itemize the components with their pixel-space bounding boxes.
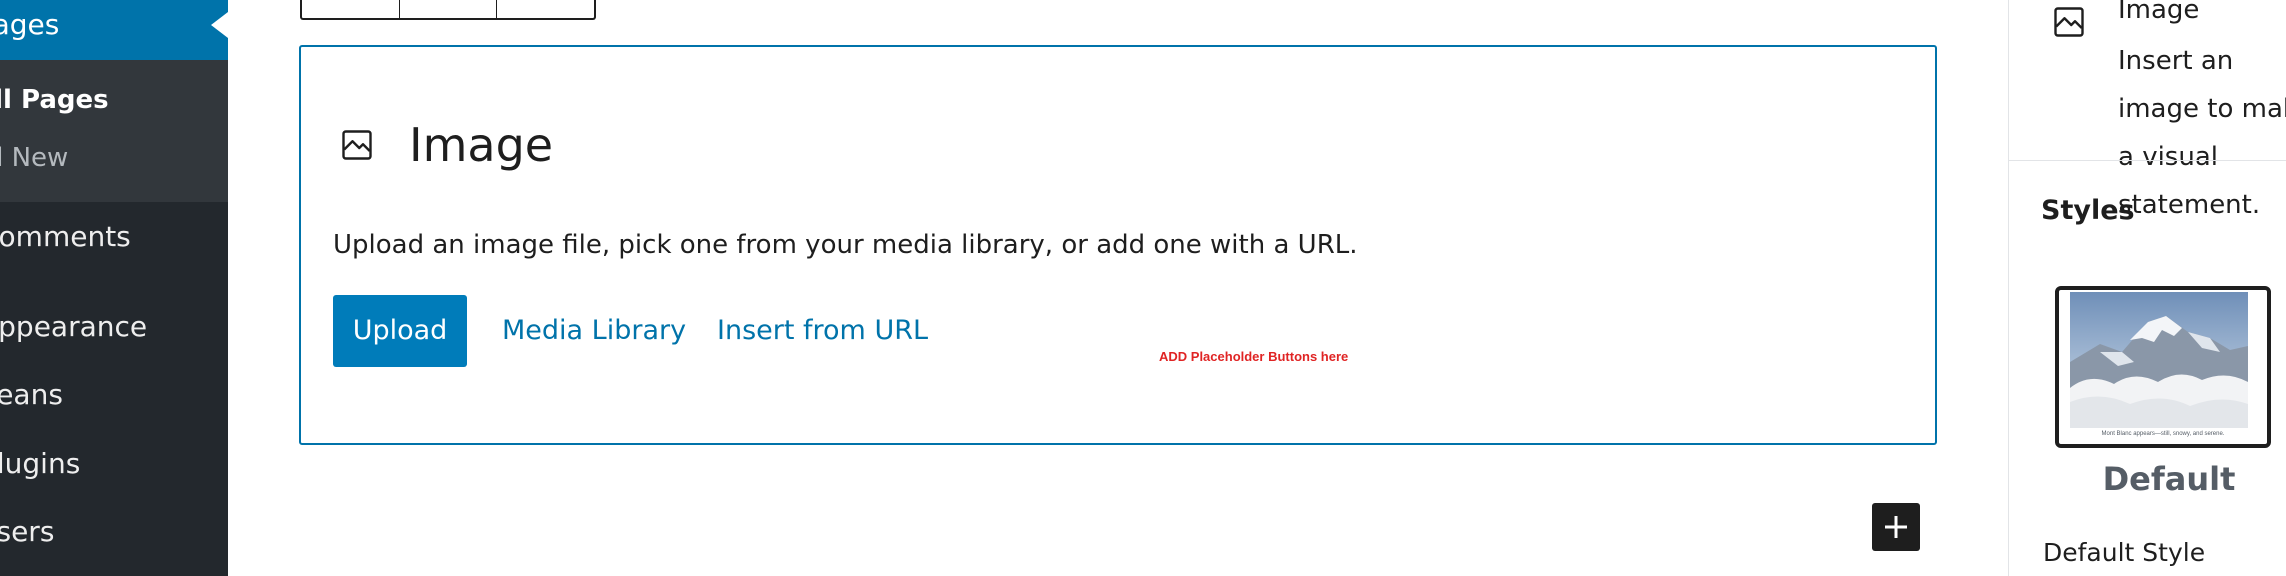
admin-menu-users[interactable]: Users	[0, 515, 54, 549]
preview-caption: Mont Blanc appears—still, snowy, and ser…	[2101, 431, 2225, 437]
placeholder-note: ADD Placeholder Buttons here	[1159, 349, 1349, 364]
admin-menu-pages-label: Pages	[0, 8, 60, 41]
image-block-placeholder[interactable]: Image Upload an image file, pick one fro…	[299, 45, 1937, 445]
current-menu-arrow-icon	[211, 12, 228, 38]
style-preview-default[interactable]: Mont Blanc appears—still, snowy, and ser…	[2055, 286, 2271, 448]
media-library-button[interactable]: Media Library	[502, 295, 686, 367]
default-style-label: Default Style	[2043, 538, 2206, 567]
panel-divider	[2009, 160, 2286, 161]
admin-sidebar: Pages All Pages Add New Comments Appeara…	[0, 0, 228, 576]
block-title: Image	[409, 118, 554, 172]
admin-menu-appearance[interactable]: Appearance	[0, 310, 147, 344]
image-icon	[2054, 7, 2084, 37]
style-preview-name: Default	[2102, 460, 2236, 498]
plus-icon	[1885, 516, 1907, 538]
toolbar-button[interactable]	[302, 0, 400, 18]
image-icon	[342, 130, 372, 160]
admin-submenu: All Pages Add New	[0, 60, 228, 202]
add-block-button[interactable]	[1872, 503, 1920, 551]
upload-button[interactable]: Upload	[333, 295, 467, 367]
admin-menu-plugins[interactable]: Plugins	[0, 447, 80, 481]
admin-menu-pages[interactable]: Pages	[0, 0, 228, 60]
settings-sidebar: Image Insert an image to make a visual s…	[2008, 0, 2286, 576]
submenu-item-add-new[interactable]: Add New	[0, 143, 68, 173]
block-card-description: Insert an image to make a visual stateme…	[2118, 46, 2286, 220]
mountain-preview-image	[2070, 292, 2248, 428]
styles-panel-heading[interactable]: Styles	[2041, 195, 2135, 227]
block-instructions: Upload an image file, pick one from your…	[333, 230, 1358, 260]
insert-from-url-button[interactable]: Insert from URL	[717, 295, 928, 367]
admin-menu-comments[interactable]: Comments	[0, 220, 131, 254]
block-toolbar	[300, 0, 596, 20]
toolbar-button[interactable]	[497, 0, 594, 18]
submenu-item-all-pages[interactable]: All Pages	[0, 85, 109, 115]
block-card-title: Image	[2118, 0, 2200, 25]
admin-menu-beans[interactable]: Beans	[0, 378, 63, 412]
toolbar-button[interactable]	[400, 0, 498, 18]
